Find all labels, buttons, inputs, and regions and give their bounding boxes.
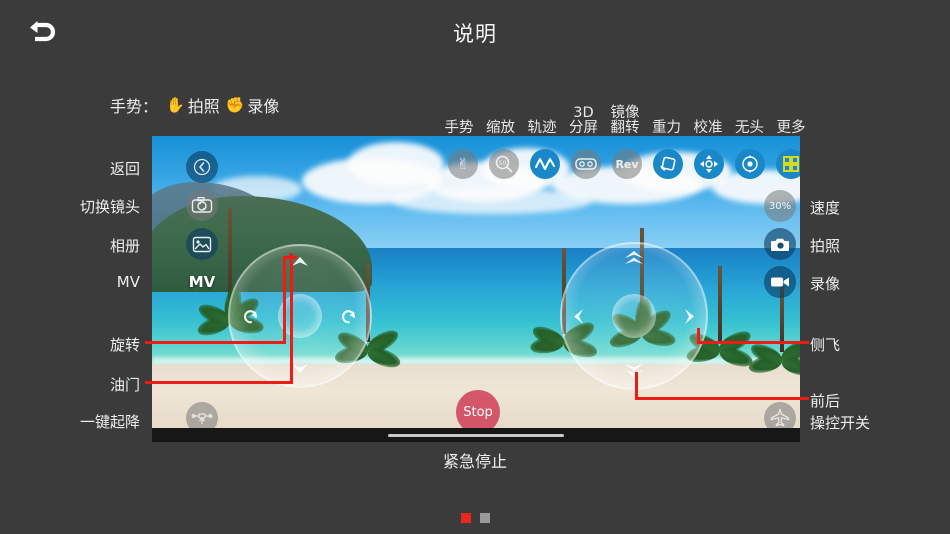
toolbar-label-mirror-flip: 镜像 翻转 <box>610 105 640 136</box>
headless-toolbar-button[interactable] <box>735 149 765 179</box>
target-icon <box>742 155 758 173</box>
forward-back-callout-line-v <box>635 372 638 400</box>
double-chevron-down-icon <box>623 362 645 382</box>
photo-button[interactable] <box>764 228 796 260</box>
throttle-callout-line-v <box>290 253 293 384</box>
zoom-magnifier-icon: 50 <box>495 155 513 173</box>
label-takeoff-landing: 一键起降 <box>79 413 140 431</box>
right-joystick[interactable] <box>560 242 708 390</box>
label-speed: 速度 <box>810 199 841 217</box>
rotate-callout-line-h <box>145 341 285 344</box>
mv-icon: MV <box>188 273 216 291</box>
page-title: 说明 <box>453 22 497 46</box>
fist-icon: ✊ <box>225 95 245 114</box>
gravity-toolbar-button[interactable] <box>653 149 683 179</box>
hand-gesture-icon: ✌ <box>456 155 470 173</box>
more-toolbar-button[interactable] <box>776 149 800 179</box>
label-rotate: 旋转 <box>109 336 140 354</box>
aircraft-icon <box>770 408 790 427</box>
camera-switch-icon <box>191 197 213 213</box>
svg-text:50: 50 <box>499 160 507 167</box>
label-mv: MV <box>116 273 140 291</box>
switch-camera-button[interactable] <box>186 189 218 221</box>
camera-icon <box>770 238 789 251</box>
chevron-down-icon <box>291 361 309 378</box>
toolbar-label-split-screen: 3D 分屏 <box>569 105 598 136</box>
top-toolbar: ✌ 50 Rev <box>448 149 800 185</box>
zoom-toolbar-button[interactable]: 50 <box>489 149 519 179</box>
chevron-left-icon <box>193 158 211 176</box>
vr-goggles-icon <box>575 158 597 170</box>
label-side-flight: 侧飞 <box>810 336 841 354</box>
crosshair-icon <box>700 155 718 173</box>
page-header: 说明 <box>0 0 950 68</box>
rotate-left-icon <box>242 308 260 328</box>
gesture-legend-photo: ✋ 拍照 <box>166 93 220 117</box>
arrow-right-icon <box>684 308 696 329</box>
label-record: 录像 <box>810 275 841 293</box>
speed-percent-icon: 30% <box>768 200 792 212</box>
side-flight-callout-line-v <box>697 328 700 344</box>
toolbar-label-gravity: 重力 <box>652 120 681 136</box>
mv-button[interactable]: MV <box>186 266 218 298</box>
gesture-legend-record: ✊ 录像 <box>226 93 280 117</box>
speed-button[interactable]: 30% <box>764 190 796 222</box>
grid-more-icon <box>783 156 799 172</box>
rotate-right-icon <box>340 308 358 328</box>
split-screen-toolbar-button[interactable] <box>571 149 601 179</box>
open-palm-icon: ✋ <box>166 95 185 114</box>
gravity-rotate-icon <box>660 156 676 171</box>
home-indicator <box>388 433 564 437</box>
right-joystick-knob[interactable] <box>612 294 656 338</box>
cloud <box>392 188 592 214</box>
toolbar-label-trajectory: 轨迹 <box>527 120 557 136</box>
gesture-legend-record-label: 录像 <box>247 97 280 116</box>
toolbar-label-more: 更多 <box>776 120 806 136</box>
rotate-callout-line-v <box>283 256 286 344</box>
label-switch-camera: 切换镜头 <box>79 198 140 216</box>
calibration-toolbar-button[interactable] <box>694 149 724 179</box>
gesture-legend: 手势： ✋ 拍照 ✊ 录像 <box>110 93 279 117</box>
pagination-dot-1[interactable] <box>460 513 471 523</box>
label-back: 返回 <box>109 160 140 178</box>
photo-album-icon <box>192 236 212 252</box>
label-forward-back: 前后 <box>810 392 841 410</box>
forward-back-callout-line-h <box>635 397 809 400</box>
pagination-dot-2[interactable] <box>479 513 490 523</box>
mirror-flip-toolbar-button[interactable]: Rev <box>612 149 642 179</box>
toolbar-label-headless: 无头 <box>735 120 764 136</box>
side-flight-callout-line-h <box>697 341 809 344</box>
drone-takeoff-icon <box>191 413 213 424</box>
label-album: 相册 <box>109 237 140 255</box>
throttle-callout-line-h <box>145 381 293 384</box>
arrow-left-icon <box>572 308 584 329</box>
rev-icon: Rev <box>615 157 639 171</box>
album-button[interactable] <box>186 228 218 260</box>
toolbar-labels: 手势 缩放 轨迹 3D 分屏 镜像 翻转 重力 校准 无头 更多 <box>440 96 810 136</box>
waveform-icon <box>535 158 555 170</box>
toolbar-label-zoom: 缩放 <box>486 120 515 136</box>
back-button[interactable] <box>186 151 218 183</box>
video-camera-icon <box>771 277 789 287</box>
gesture-toolbar-button[interactable]: ✌ <box>448 149 478 179</box>
label-control-switch: 操控开关 <box>810 414 871 432</box>
left-joystick[interactable] <box>228 244 372 388</box>
toolbar-label-calibration: 校准 <box>693 120 723 136</box>
pagination-dots <box>0 513 950 523</box>
record-button[interactable] <box>764 266 796 298</box>
label-throttle: 油门 <box>109 376 140 394</box>
gesture-legend-photo-label: 拍照 <box>187 97 220 116</box>
phone-navigation-bar <box>152 428 800 442</box>
instructions-page: 说明 手势： ✋ 拍照 ✊ 录像 手势 缩放 轨迹 3D 分屏 镜像 翻转 重力… <box>0 0 950 534</box>
emergency-stop-caption: 紧急停止 <box>442 452 507 471</box>
label-photo: 拍照 <box>810 237 841 255</box>
double-chevron-up-icon <box>623 250 645 270</box>
toolbar-label-gesture: 手势 <box>444 120 474 136</box>
gesture-legend-label: 手势： <box>110 97 159 116</box>
trajectory-toolbar-button[interactable] <box>530 149 560 179</box>
